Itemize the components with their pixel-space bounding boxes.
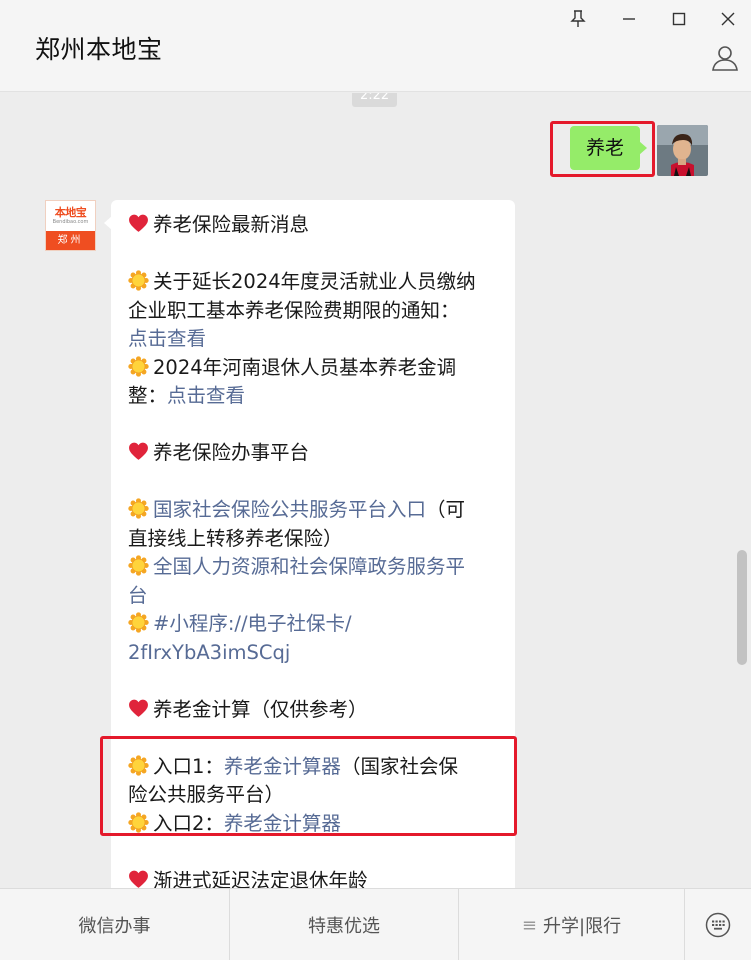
- official-account-menu: 微信办事 特惠优选 ≡ 升学|限行: [0, 888, 751, 960]
- chat-area[interactable]: 2:22 养老 本地宝 Bendibao.com 郑州 养老保险最新消息 关于延长…: [0, 93, 751, 888]
- sun-icon: [128, 270, 149, 291]
- message-text: 直接线上转移养老保险）: [128, 526, 343, 550]
- menu-item-label: 升学|限行: [543, 916, 622, 937]
- keyboard-toggle-button[interactable]: [685, 889, 751, 960]
- menu-item-special-offers[interactable]: 特惠优选: [230, 889, 459, 960]
- message-line: 2fIrxYbA3imSCqj: [128, 639, 498, 668]
- message-line: 关于延长2024年度灵活就业人员缴纳: [128, 268, 498, 297]
- avatar-logo-text: 本地宝: [54, 205, 87, 219]
- menu-item-wechat-services[interactable]: 微信办事: [0, 889, 230, 960]
- message-line: 直接线上转移养老保险）: [128, 525, 498, 554]
- sun-icon: [128, 355, 149, 377]
- user-photo-icon: [657, 125, 708, 176]
- chat-title: 郑州本地宝: [35, 35, 163, 64]
- message-line: #小程序://电子社保卡/: [128, 610, 498, 639]
- chat-scrollbar[interactable]: [737, 550, 747, 665]
- message-line: 企业职工基本养老保险费期限的通知：: [128, 297, 498, 326]
- message-link[interactable]: 全国人力资源和社会保障政务服务平: [153, 555, 465, 578]
- red-heart-icon: [129, 442, 148, 460]
- message-line: 2024年河南退休人员基本养老金调: [128, 354, 498, 383]
- chat-info-button[interactable]: [709, 42, 741, 74]
- message-line: 全国人力资源和社会保障政务服务平: [128, 553, 498, 582]
- message-text: 企业职工基本养老保险费期限的通知：: [128, 298, 460, 322]
- my-avatar[interactable]: [657, 125, 708, 176]
- message-text: 关于延长2024年度灵活就业人员缴纳: [153, 270, 476, 293]
- red-heart-icon: [129, 214, 148, 232]
- message-line: 国家社会保险公共服务平台入口（可: [128, 496, 498, 525]
- message-timestamp: 2:22: [352, 93, 398, 107]
- message-line: 渐进式延迟法定退休年龄: [128, 867, 498, 889]
- message-line: 台: [128, 582, 498, 611]
- message-text: 2024年河南退休人员基本养老金调: [153, 355, 457, 379]
- menu-item-label: 微信办事: [78, 916, 151, 937]
- avatar-logo-subtext: Bendibao.com: [52, 218, 89, 225]
- message-line: 养老保险最新消息: [128, 211, 498, 240]
- message-text: 养老保险办事平台: [153, 441, 310, 464]
- message-text: 整：: [128, 384, 168, 407]
- highlight-box-calculator: [100, 736, 517, 836]
- message-text: 渐进式延迟法定退休年龄: [153, 868, 368, 889]
- menu-item-label: 特惠优选: [308, 916, 380, 937]
- message-link[interactable]: 点击查看: [128, 327, 206, 350]
- maximize-icon: [672, 12, 686, 26]
- sun-icon: [128, 555, 149, 576]
- pin-button[interactable]: [563, 6, 593, 32]
- close-icon: [721, 12, 735, 26]
- close-button[interactable]: [713, 6, 743, 32]
- pin-icon: [570, 10, 586, 27]
- maximize-button[interactable]: [664, 6, 694, 32]
- sun-icon: [128, 612, 149, 633]
- message-text: 养老保险最新消息: [153, 213, 310, 236]
- message-line: 养老金计算（仅供参考）: [128, 696, 498, 725]
- highlight-box-my-message: [550, 121, 655, 177]
- minimize-icon: [623, 18, 635, 20]
- sun-icon: [128, 498, 149, 519]
- message-link[interactable]: 点击查看: [167, 384, 245, 407]
- message-text: 养老金计算（仅供参考）: [153, 697, 368, 721]
- message-text: （可: [426, 498, 466, 521]
- message-link[interactable]: #小程序://电子社保卡/: [153, 612, 352, 635]
- keyboard-icon: [705, 912, 731, 938]
- title-bar: 郑州本地宝: [0, 0, 751, 92]
- message-link[interactable]: 台: [128, 584, 148, 607]
- message-line: 点击查看: [128, 325, 498, 354]
- message-line: 整：点击查看: [128, 382, 498, 411]
- official-account-avatar[interactable]: 本地宝 Bendibao.com 郑州: [45, 200, 96, 251]
- message-link[interactable]: 国家社会保险公共服务平台入口: [153, 498, 426, 521]
- red-heart-icon: [129, 870, 148, 888]
- message-line: 养老保险办事平台: [128, 439, 498, 468]
- avatar-city-label: 郑州: [46, 231, 95, 250]
- menu-list-icon: ≡: [521, 914, 537, 936]
- menu-item-school-traffic[interactable]: ≡ 升学|限行: [459, 889, 685, 960]
- message-link[interactable]: 2fIrxYbA3imSCqj: [128, 641, 290, 664]
- person-icon: [712, 46, 738, 71]
- red-heart-icon: [129, 699, 148, 717]
- minimize-button[interactable]: [614, 6, 644, 32]
